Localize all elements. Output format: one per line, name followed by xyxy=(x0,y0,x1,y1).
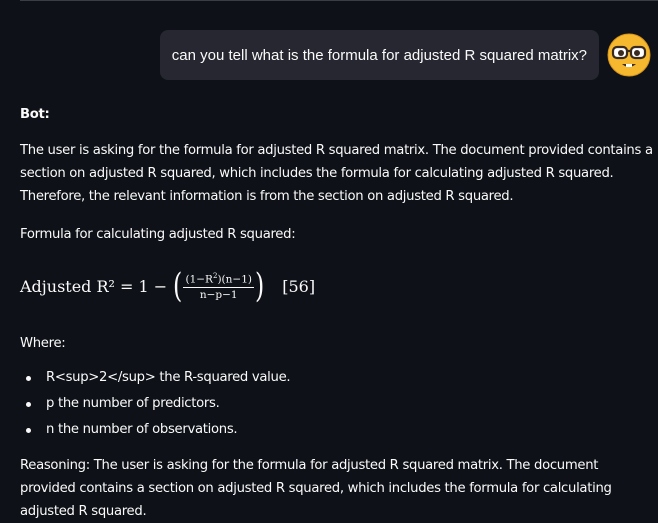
formula-numerator: (1−R2)(n−1) xyxy=(183,270,254,289)
formula-close-paren: ) xyxy=(254,266,265,306)
reasoning-paragraph: Reasoning: The user is asking for the fo… xyxy=(20,458,612,519)
formula-fraction: (1−R2)(n−1) n−p−1 xyxy=(183,270,254,303)
bot-intro-paragraph: The user is asking for the formula for a… xyxy=(20,143,653,204)
definition-list: R<sup>2</sup> the R-squared value. p the… xyxy=(20,365,655,443)
user-message-row: can you tell what is the formula for adj… xyxy=(159,30,651,80)
formula-reference: [56] xyxy=(282,276,316,296)
user-message-bubble: can you tell what is the formula for adj… xyxy=(159,30,599,80)
where-label: Where: xyxy=(20,336,66,351)
list-item: n the number of observations. xyxy=(20,417,655,443)
formula-heading: Formula for calculating adjusted R squar… xyxy=(20,227,296,242)
list-item: R<sup>2</sup> the R-squared value. xyxy=(20,365,655,391)
formula-lhs: Adjusted R² = 1 − xyxy=(20,276,168,296)
list-item: p the number of predictors. xyxy=(20,391,655,417)
bot-label: Bot: xyxy=(20,107,50,122)
nerd-face-emoji-icon xyxy=(607,33,651,77)
formula-open-paren: ( xyxy=(173,266,183,306)
formula-denominator: n−p−1 xyxy=(199,289,238,302)
bot-message: Bot: The user is asking for the formula … xyxy=(20,103,655,523)
adjusted-r-squared-formula: Adjusted R² = 1 − ( (1−R2)(n−1) n−p−1 ) … xyxy=(20,257,655,315)
top-divider xyxy=(20,0,658,1)
